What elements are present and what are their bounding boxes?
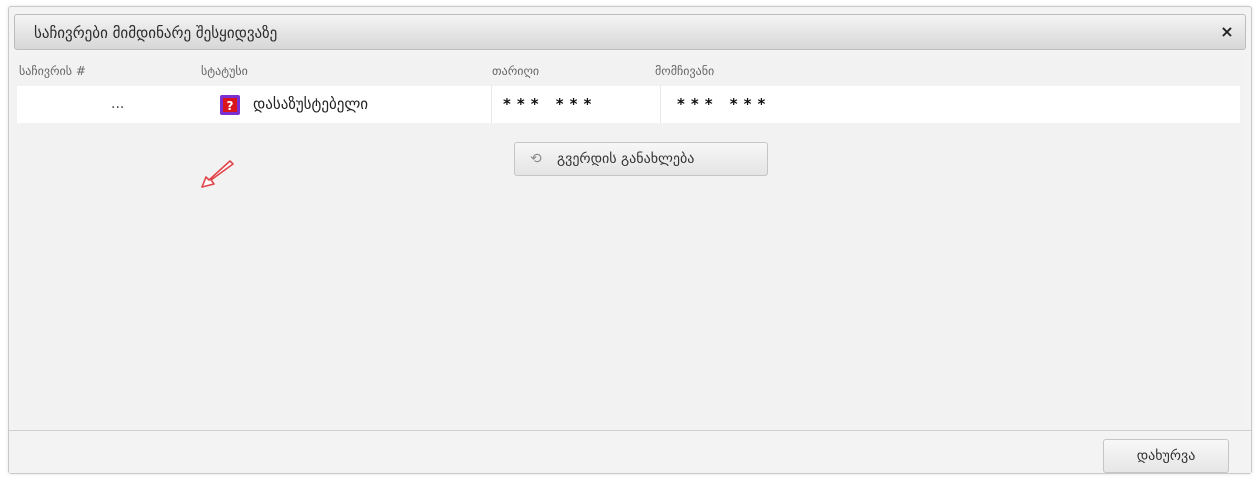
close-icon[interactable]: × [1218,23,1236,41]
complaints-dialog: საჩივრები მიმდინარე შესყიდვაზე × საჩივრი… [8,6,1252,474]
close-button[interactable]: დახურვა [1103,439,1229,473]
dialog-title: საჩივრები მიმდინარე შესყიდვაზე [34,24,278,42]
dialog-content: საჩივრის # სტატუსი თარიღი მომჩივანი ... … [14,56,1246,429]
column-header-status[interactable]: სტატუსი [201,64,248,78]
column-divider [660,86,661,123]
pointer-arrow-icon [201,160,234,188]
refresh-page-button[interactable]: ⟲ გვერდის განახლება [514,142,768,176]
date-value: *** *** [503,95,598,113]
column-header-number[interactable]: საჩივრის # [19,64,86,78]
status-label: დასაზუსტებელი [253,95,369,113]
refresh-icon: ⟲ [530,151,542,167]
unknown-status-icon[interactable]: ? [220,95,240,115]
complainant-value: *** *** [677,95,772,113]
column-divider [491,86,492,123]
complaint-number: ... [111,96,125,112]
refresh-page-label: გვერდის განახლება [557,151,695,167]
column-header-date[interactable]: თარიღი [492,64,539,78]
dialog-titlebar[interactable]: საჩივრები მიმდინარე შესყიდვაზე × [14,14,1246,50]
column-header-complainant[interactable]: მომჩივანი [655,64,714,78]
svg-text:?: ? [227,99,234,113]
table-row[interactable]: ... ? დასაზუსტებელი *** *** *** *** [17,86,1240,123]
dialog-footer: დახურვა [9,431,1251,473]
